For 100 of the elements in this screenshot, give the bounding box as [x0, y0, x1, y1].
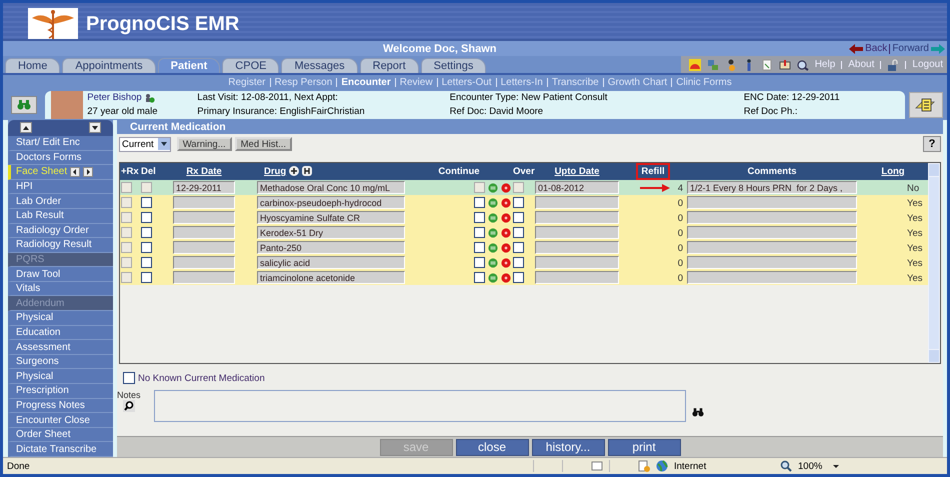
magnifier-icon[interactable]: [796, 58, 809, 70]
nav-link[interactable]: Register: [228, 76, 266, 88]
sidebar-item[interactable]: Vitals: [16, 283, 40, 294]
toolbar-button[interactable]: Warning...: [176, 137, 232, 151]
tab[interactable]: Report: [360, 58, 419, 73]
prescription-icon[interactable]: [488, 212, 498, 223]
checkbox[interactable]: [513, 182, 524, 194]
checkbox[interactable]: [121, 272, 132, 284]
checkbox[interactable]: [474, 272, 485, 284]
search-button[interactable]: [11, 96, 37, 114]
nav-link[interactable]: Encounter: [341, 76, 391, 88]
previous-button[interactable]: [70, 166, 80, 177]
drug-field[interactable]: Methadose Oral Conc 10 mg/mL: [257, 181, 405, 194]
question-icon[interactable]: [501, 198, 511, 208]
tab[interactable]: Appointments: [62, 58, 156, 73]
magnifier-icon[interactable]: [123, 400, 135, 412]
question-icon[interactable]: [501, 258, 511, 268]
checkbox[interactable]: [513, 257, 524, 268]
gauge-icon[interactable]: [688, 58, 701, 70]
checkbox[interactable]: [513, 212, 524, 224]
comments-field[interactable]: [687, 211, 857, 224]
checkbox[interactable]: [513, 197, 524, 208]
document-icon[interactable]: [760, 58, 773, 70]
nav-link[interactable]: Resp Person: [274, 76, 332, 88]
checkbox[interactable]: [474, 242, 485, 254]
patient-name[interactable]: Peter Bishop: [87, 92, 142, 103]
drug-field[interactable]: Panto-250: [257, 241, 405, 254]
action-button[interactable]: close: [456, 438, 528, 456]
question-icon[interactable]: [501, 242, 511, 253]
checkbox[interactable]: [474, 257, 485, 268]
date-field[interactable]: [173, 211, 235, 224]
drug-field[interactable]: carbinox-pseudoeph-hydrocod: [257, 196, 405, 209]
prescription-icon[interactable]: [488, 228, 498, 238]
date-field[interactable]: [535, 196, 619, 209]
action-button[interactable]: print: [608, 438, 680, 456]
help-button[interactable]: ?: [923, 136, 941, 152]
checkbox[interactable]: [121, 257, 132, 268]
checkbox[interactable]: [121, 242, 132, 254]
date-field[interactable]: [173, 241, 235, 254]
checkbox[interactable]: [474, 212, 485, 224]
checkbox[interactable]: [513, 227, 524, 238]
question-icon[interactable]: [501, 212, 511, 223]
card-button[interactable]: [909, 92, 943, 118]
date-field[interactable]: [535, 271, 619, 284]
scroll-down-button[interactable]: [89, 122, 101, 134]
prescription-icon[interactable]: [488, 258, 498, 268]
drug-field[interactable]: Hyoscyamine Sulfate CR: [257, 211, 405, 224]
lock-icon[interactable]: [887, 58, 900, 70]
nav-link[interactable]: Review: [400, 76, 433, 88]
checkbox[interactable]: [141, 197, 152, 208]
checkbox[interactable]: [121, 182, 132, 194]
comments-field[interactable]: [687, 256, 857, 269]
checkbox[interactable]: [141, 257, 152, 268]
toolbar-button[interactable]: Med Hist...: [234, 137, 292, 151]
date-field[interactable]: 12-29-2011: [173, 181, 235, 194]
warning-page-icon[interactable]: [638, 460, 650, 472]
date-field[interactable]: [535, 211, 619, 224]
no-known-medication-label[interactable]: No Known Current Medication: [138, 372, 265, 384]
nav-link[interactable]: Transcribe: [552, 76, 599, 88]
date-field[interactable]: [173, 271, 235, 284]
checkbox[interactable]: [121, 227, 132, 238]
comments-field[interactable]: [687, 226, 857, 239]
zoom-icon[interactable]: [780, 460, 792, 472]
prescription-icon[interactable]: [488, 272, 498, 283]
back-arrow-icon[interactable]: [849, 44, 864, 54]
toolbar-link[interactable]: Help: [814, 59, 836, 70]
checkbox[interactable]: [121, 197, 132, 208]
date-field[interactable]: 01-08-2012: [535, 181, 619, 194]
toolbar-link[interactable]: About: [848, 59, 874, 70]
question-icon[interactable]: [501, 228, 511, 238]
checkbox[interactable]: [474, 182, 485, 194]
nav-link[interactable]: Letters-Out: [442, 76, 492, 88]
people-icon[interactable]: [144, 92, 155, 102]
date-field[interactable]: [535, 241, 619, 254]
date-field[interactable]: [535, 226, 619, 239]
drug-field[interactable]: salicylic acid: [257, 256, 405, 269]
tab[interactable]: Home: [5, 58, 60, 73]
forward-link[interactable]: Forward: [892, 43, 929, 54]
checkbox[interactable]: [141, 227, 152, 238]
logout-link[interactable]: Logout: [912, 59, 943, 70]
tab[interactable]: Settings: [420, 58, 486, 73]
date-field[interactable]: [173, 196, 235, 209]
next-button[interactable]: [83, 166, 94, 177]
nav-link[interactable]: Growth Chart: [608, 76, 668, 88]
zoom-level[interactable]: 100%: [798, 460, 826, 472]
comments-field[interactable]: [687, 196, 857, 209]
notes-field[interactable]: [154, 390, 686, 422]
checkbox[interactable]: [123, 372, 135, 384]
checkbox[interactable]: [121, 212, 132, 224]
comments-field[interactable]: 1/2-1 Every 8 Hours PRN for 2 Days ,: [687, 181, 857, 194]
checkbox[interactable]: [141, 212, 152, 224]
prescription-icon[interactable]: [488, 182, 498, 193]
add-icon[interactable]: [289, 166, 300, 176]
question-icon[interactable]: [501, 182, 511, 193]
nav-link[interactable]: Letters-In: [500, 76, 543, 88]
scrollbar[interactable]: [928, 163, 940, 363]
back-link[interactable]: Back: [865, 43, 888, 54]
binoculars-icon[interactable]: [692, 408, 704, 417]
tab[interactable]: Messages: [281, 58, 358, 73]
drug-field[interactable]: triamcinolone acetonide: [257, 271, 405, 284]
